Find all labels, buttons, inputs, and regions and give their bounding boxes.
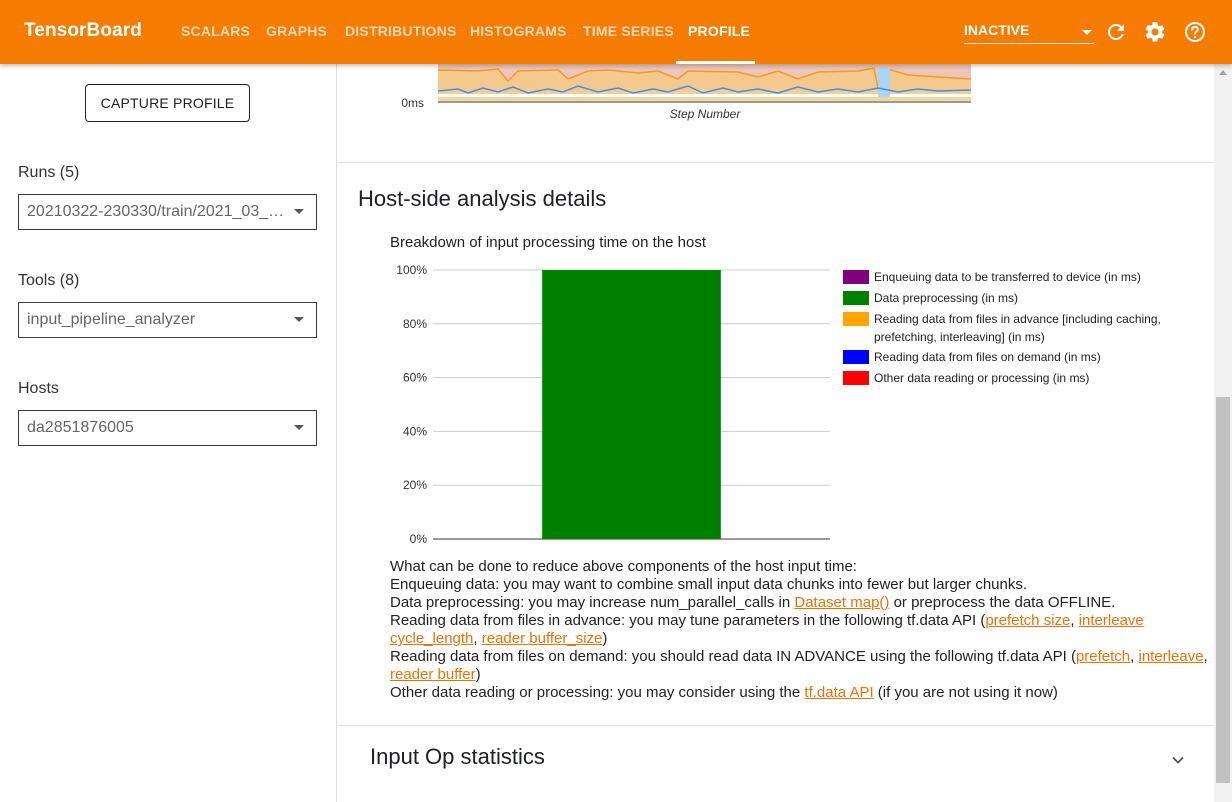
legend-swatch: [843, 270, 869, 284]
advice-text: Reading data from files on demand: you s…: [390, 648, 1076, 665]
legend-swatch: [843, 312, 869, 326]
help-icon[interactable]: [1183, 20, 1207, 44]
scrollbar[interactable]: [1214, 64, 1232, 802]
tab-profile[interactable]: PROFILE: [688, 23, 750, 39]
y-tick-label: 80%: [403, 317, 427, 331]
y-tick-label: 100%: [396, 263, 427, 277]
y-tick-label: 20%: [403, 478, 427, 492]
tools-select[interactable]: input_pipeline_analyzer: [18, 302, 317, 338]
advice-text: or preprocess the data OFFLINE.: [889, 594, 1116, 611]
status-value: INACTIVE: [964, 22, 1030, 38]
refresh-icon[interactable]: [1104, 20, 1128, 44]
legend-label: Enqueuing data to be transferred to devi…: [874, 270, 1141, 284]
legend-swatch: [843, 350, 869, 364]
runs-label: Runs (5): [18, 164, 80, 181]
status-dropdown[interactable]: INACTIVE: [964, 22, 1094, 44]
chevron-down-icon: [294, 317, 304, 322]
advice-text: Reading data from files in advance: you …: [390, 612, 986, 629]
bar-segment[interactable]: [542, 270, 721, 539]
active-tab-indicator: [676, 61, 755, 64]
tab-scalars[interactable]: SCALARS: [181, 23, 250, 39]
section-divider: [338, 725, 1214, 726]
dropdown-caret-icon: [1082, 30, 1092, 35]
reader-buffer-size-link[interactable]: reader buffer_size: [482, 630, 603, 647]
hosts-select[interactable]: da2851876005: [18, 410, 317, 446]
runs-select[interactable]: 20210322-230330/train/2021_03_…: [18, 194, 317, 230]
prefetch-link[interactable]: prefetch: [1076, 648, 1130, 665]
interleave-link[interactable]: interleave: [1139, 648, 1204, 665]
advice-read-advance: Reading data from files in advance: you …: [390, 612, 1144, 647]
input-op-statistics-title[interactable]: Input Op statistics: [370, 744, 545, 770]
settings-icon[interactable]: [1143, 20, 1167, 44]
tab-time-series[interactable]: TIME SERIES: [583, 23, 674, 39]
chevron-down-icon: [294, 425, 304, 430]
main-content: 0ms Step Number Host-side analysis detai…: [338, 64, 1214, 802]
legend-label: Reading data from files in advance [incl…: [874, 312, 1161, 344]
legend-label: Other data reading or processing (in ms): [874, 371, 1090, 385]
advice-read-demand: Reading data from files on demand: you s…: [390, 648, 1208, 683]
tools-value: input_pipeline_analyzer: [27, 311, 196, 328]
advice-heading: What can be done to reduce above compone…: [390, 558, 857, 575]
legend-swatch: [843, 291, 869, 305]
advice-text: (if you are not using it now): [873, 684, 1058, 701]
advice-enqueue: Enqueuing data: you may want to combine …: [390, 576, 1028, 593]
runs-value: 20210322-230330/train/2021_03_…: [27, 203, 285, 220]
prefetch-size-link[interactable]: prefetch size: [985, 612, 1070, 629]
tab-histograms[interactable]: HISTOGRAMS: [470, 23, 567, 39]
advice-other: Other data reading or processing: you ma…: [390, 684, 1210, 702]
hosts-label: Hosts: [18, 380, 59, 397]
brand-title[interactable]: TensorBoard: [24, 20, 142, 42]
advice-text: Other data reading or processing: you ma…: [390, 684, 805, 701]
tf-data-api-link[interactable]: tf.data API: [804, 684, 873, 701]
tab-distributions[interactable]: DISTRIBUTIONS: [345, 23, 457, 39]
advice-preprocess: Data preprocessing: you may increase num…: [390, 594, 1210, 612]
tools-label: Tools (8): [18, 272, 80, 289]
advice-block: What can be done to reduce above compone…: [390, 558, 1210, 702]
tab-graphs[interactable]: GRAPHS: [266, 23, 327, 39]
breakdown-chart: 0% 20% 40% 60% 80% 100%: [396, 263, 830, 546]
y-tick-label: 60%: [403, 371, 427, 385]
y-tick-label: 0%: [410, 532, 428, 546]
chevron-down-icon: [294, 209, 304, 214]
chevron-down-icon[interactable]: [1170, 752, 1186, 768]
legend-swatch: [843, 371, 869, 385]
scrollbar-thumb[interactable]: [1216, 397, 1230, 783]
y-tick-label: 40%: [403, 424, 427, 438]
capture-profile-button[interactable]: CAPTURE PROFILE: [85, 84, 250, 122]
legend-label: Reading data from files on demand (in ms…: [874, 350, 1101, 364]
scroll-up-arrow-icon[interactable]: [1219, 70, 1227, 75]
legend-label: Data preprocessing (in ms): [874, 291, 1019, 305]
hosts-value: da2851876005: [27, 419, 134, 436]
top-app-bar: TensorBoard SCALARS GRAPHS DISTRIBUTIONS…: [0, 0, 1232, 64]
dataset-map-link[interactable]: Dataset map(): [794, 594, 889, 611]
reader-buffer-link[interactable]: reader buffer: [390, 666, 476, 683]
sidebar: CAPTURE PROFILE Runs (5) 20210322-230330…: [0, 64, 337, 802]
advice-text: Data preprocessing: you may increase num…: [390, 594, 795, 611]
